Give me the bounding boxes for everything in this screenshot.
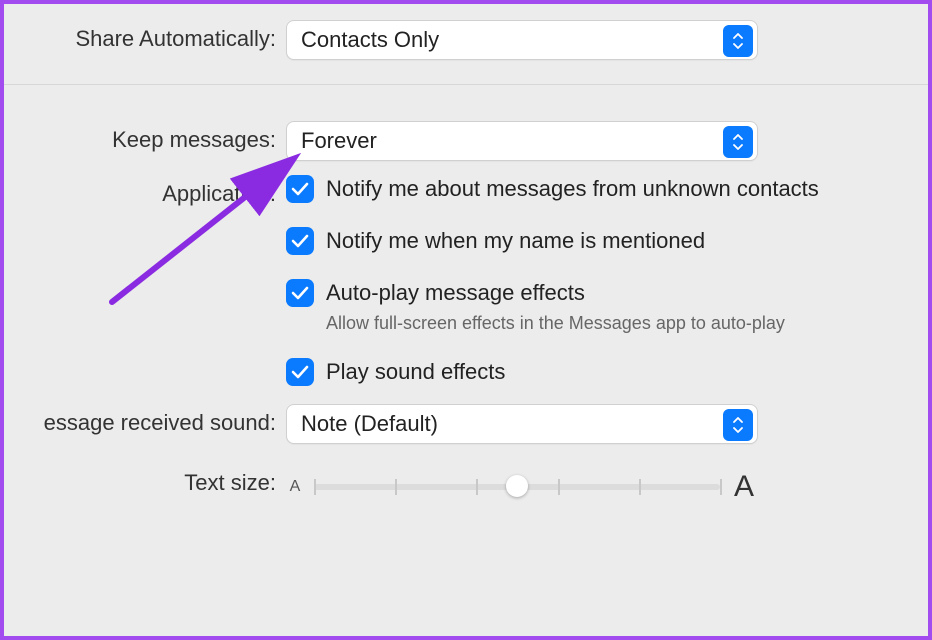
notify-name-mentioned-checkbox[interactable] bbox=[286, 227, 314, 255]
play-sound-effects-label: Play sound effects bbox=[326, 359, 505, 385]
section-divider bbox=[4, 84, 928, 85]
autoplay-effects-checkbox[interactable] bbox=[286, 279, 314, 307]
received-sound-select[interactable]: Note (Default) bbox=[286, 404, 758, 444]
slider-thumb[interactable] bbox=[506, 475, 528, 497]
notify-unknown-contacts-label: Notify me about messages from unknown co… bbox=[326, 176, 819, 202]
text-size-slider[interactable]: A A bbox=[286, 464, 758, 504]
slider-tick bbox=[720, 479, 722, 495]
share-automatically-value: Contacts Only bbox=[301, 27, 439, 53]
notify-name-mentioned-row[interactable]: Notify me when my name is mentioned bbox=[286, 227, 928, 255]
autoplay-effects-label: Auto-play message effects bbox=[326, 280, 585, 306]
play-sound-effects-row[interactable]: Play sound effects bbox=[286, 358, 928, 386]
received-sound-label: essage received sound: bbox=[4, 404, 286, 436]
keep-messages-select[interactable]: Forever bbox=[286, 121, 758, 161]
chevron-up-down-icon bbox=[723, 409, 753, 441]
keep-messages-label: Keep messages: bbox=[4, 121, 286, 153]
play-sound-effects-checkbox[interactable] bbox=[286, 358, 314, 386]
chevron-up-down-icon bbox=[723, 25, 753, 57]
slider-tick bbox=[314, 479, 316, 495]
keep-messages-value: Forever bbox=[301, 128, 377, 154]
text-size-label: Text size: bbox=[4, 464, 286, 496]
received-sound-value: Note (Default) bbox=[301, 411, 438, 437]
share-automatically-select[interactable]: Contacts Only bbox=[286, 20, 758, 60]
notify-unknown-contacts-row[interactable]: Notify me about messages from unknown co… bbox=[286, 175, 928, 203]
text-size-small-icon: A bbox=[286, 478, 304, 496]
text-size-large-icon: A bbox=[730, 470, 758, 504]
text-size-track[interactable] bbox=[314, 484, 720, 490]
autoplay-effects-row[interactable]: Auto-play message effects bbox=[286, 279, 928, 307]
slider-tick bbox=[476, 479, 478, 495]
chevron-up-down-icon bbox=[723, 126, 753, 158]
slider-tick bbox=[395, 479, 397, 495]
notify-unknown-contacts-checkbox[interactable] bbox=[286, 175, 314, 203]
autoplay-effects-help: Allow full-screen effects in the Message… bbox=[286, 313, 928, 334]
slider-tick bbox=[558, 479, 560, 495]
application-label: Application: bbox=[4, 175, 286, 207]
notify-name-mentioned-label: Notify me when my name is mentioned bbox=[326, 228, 705, 254]
slider-tick bbox=[639, 479, 641, 495]
share-automatically-label: Share Automatically: bbox=[4, 20, 286, 52]
